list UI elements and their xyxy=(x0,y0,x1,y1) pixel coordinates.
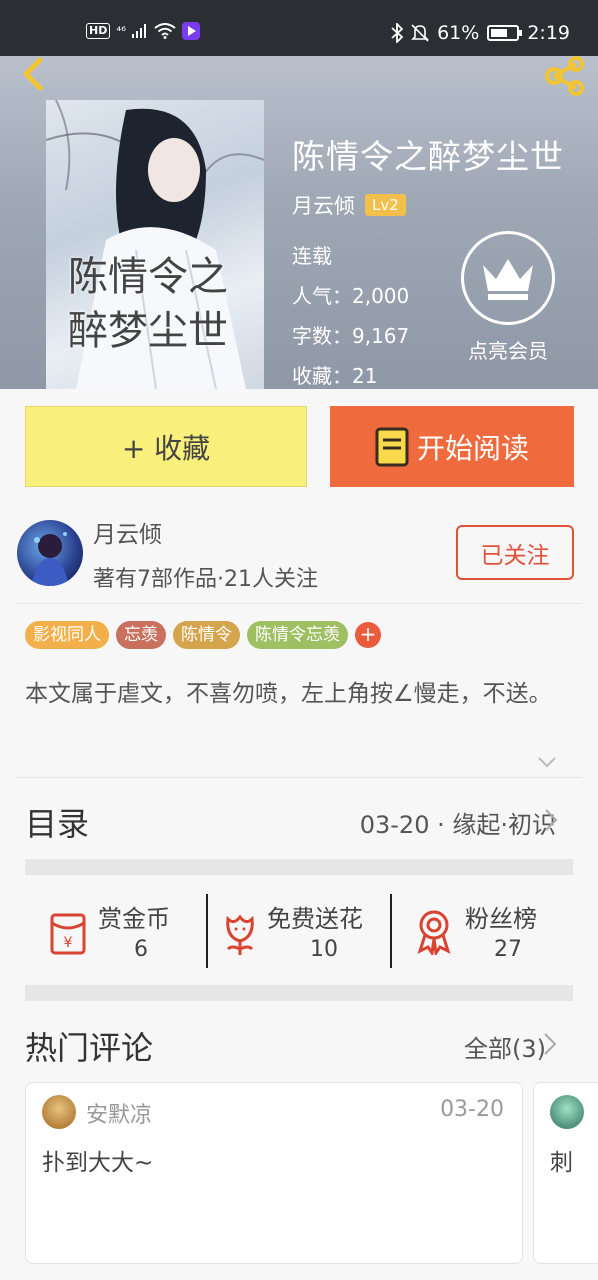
avatar-art xyxy=(31,532,69,586)
stat-label: 赏金币 xyxy=(98,905,170,933)
word-count: 字数：9,167 xyxy=(292,324,410,348)
stat-value: 6 xyxy=(134,937,148,962)
fan-ranking-stat[interactable]: 粉丝榜 27 xyxy=(414,895,554,967)
stat-value: 27 xyxy=(494,937,522,962)
battery-percent: 61% xyxy=(437,22,480,44)
hd-badge: HD xyxy=(86,23,111,39)
book-header: 陈情令之醉梦尘世 陈情令之醉梦尘世 月云倾 Lv2 连载 人气：2,000 字数… xyxy=(0,56,598,389)
network-type: ⁴⁶ xyxy=(116,24,126,38)
back-icon[interactable] xyxy=(14,56,54,92)
flower-icon xyxy=(226,914,254,955)
commenter-name: 安默凉 xyxy=(86,1103,153,1128)
comment-text: 扑到大大~ xyxy=(42,1150,154,1176)
book-description: 本文属于虐文，不喜勿喷，左上角按∠慢走，不送。 xyxy=(25,681,552,707)
member-label: 点亮会员 xyxy=(468,339,548,363)
tag-item[interactable]: 陈情令 xyxy=(173,621,240,649)
status-bar: HD ⁴⁶ 61% 2:19 xyxy=(0,0,598,56)
stat-separator xyxy=(206,894,208,968)
app-icon xyxy=(181,22,200,40)
tag-item[interactable]: 忘羡 xyxy=(116,621,166,649)
bluetooth-icon xyxy=(391,23,404,43)
share-icon[interactable] xyxy=(542,56,588,96)
all-comments-link[interactable]: 全部(3) xyxy=(464,1029,546,1064)
start-reading-label: 开始阅读 xyxy=(416,431,529,465)
status-right: 61% 2:19 xyxy=(391,22,570,44)
chevron-right-icon[interactable] xyxy=(544,808,558,832)
book-icon xyxy=(375,427,409,466)
wifi-icon xyxy=(154,23,176,39)
chevron-right-icon[interactable] xyxy=(543,1032,557,1056)
book-detail-screen: HD ⁴⁶ 61% 2:19 陈情令之醉梦尘世 陈情令之醉梦尘世 月云倾 Lv2… xyxy=(0,0,598,1280)
signal-icon xyxy=(131,24,146,38)
favorites-count: 收藏：21 xyxy=(292,364,378,388)
collect-button[interactable]: + 收藏 xyxy=(25,406,307,487)
follow-button[interactable]: 已关注 xyxy=(456,525,574,580)
tag-item[interactable]: 影视同人 xyxy=(25,621,109,649)
battery-icon xyxy=(487,25,523,41)
crown-icon xyxy=(483,259,533,300)
clock: 2:19 xyxy=(527,22,570,44)
red-packet-icon: ¥ xyxy=(50,913,86,955)
tag-list: 影视同人 忘羡 陈情令 陈情令忘羡 + xyxy=(25,621,381,649)
add-tag-button[interactable]: + xyxy=(355,622,381,648)
stat-label: 粉丝榜 xyxy=(465,905,537,933)
medal-icon xyxy=(417,910,451,955)
stat-label: 免费送花 xyxy=(267,905,363,933)
stat-value: 10 xyxy=(310,937,338,962)
free-flowers-stat[interactable]: 免费送花 10 xyxy=(220,895,388,967)
divider xyxy=(16,603,582,604)
divider xyxy=(16,777,582,778)
member-button[interactable]: 点亮会员 xyxy=(461,231,555,363)
stat-separator xyxy=(390,894,392,968)
catalog-latest-chapter[interactable]: 03-20 · 缘起·初识 xyxy=(360,805,556,840)
hot-comments-title: 热门评论 xyxy=(25,1029,154,1067)
book-title: 陈情令之醉梦尘世 xyxy=(292,137,564,176)
commenter-avatar xyxy=(550,1095,584,1129)
tag-item[interactable]: 陈情令忘羡 xyxy=(247,621,348,649)
level-badge: Lv2 xyxy=(365,194,406,216)
start-reading-button[interactable]: 开始阅读 xyxy=(330,406,574,487)
commenter-avatar xyxy=(42,1095,76,1129)
status-left: HD ⁴⁶ xyxy=(86,22,200,40)
reward-coins-stat[interactable]: ¥ 赏金币 6 xyxy=(46,895,206,967)
author-avatar[interactable] xyxy=(17,520,83,586)
section-band xyxy=(25,859,573,875)
book-cover[interactable]: 陈情令之醉梦尘世 xyxy=(46,100,264,389)
expand-chevron-icon[interactable] xyxy=(537,756,557,768)
comment-text: 刺 xyxy=(550,1150,573,1176)
comment-card[interactable]: 安默凉 03-20 扑到大大~ xyxy=(25,1082,523,1264)
popularity: 人气：2,000 xyxy=(292,284,410,308)
author-name[interactable]: 月云倾 xyxy=(93,515,162,549)
cover-title-art: 陈情令之醉梦尘世 xyxy=(68,254,228,354)
comment-date: 03-20 xyxy=(440,1097,504,1122)
comment-card[interactable]: 刺 xyxy=(533,1082,598,1264)
crown-circle xyxy=(461,231,555,325)
header-author-name[interactable]: 月云倾 xyxy=(292,190,355,220)
catalog-label[interactable]: 目录 xyxy=(25,799,89,845)
author-stats: 著有7部作品·21人关注 xyxy=(93,567,318,592)
header-author-row: 月云倾 Lv2 xyxy=(292,190,406,220)
section-band xyxy=(25,985,573,1001)
mute-bell-icon xyxy=(411,24,430,42)
svg-text:¥: ¥ xyxy=(64,935,73,951)
serial-status: 连载 xyxy=(292,244,332,268)
